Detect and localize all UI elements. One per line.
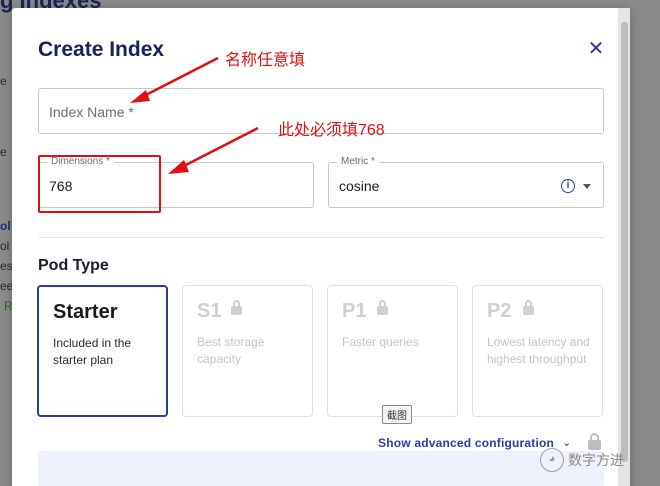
annotation-arrowhead — [130, 90, 150, 103]
annotation-arrowhead — [168, 160, 189, 174]
annotation-arrow-line — [139, 56, 219, 100]
annotation-arrows — [130, 56, 259, 174]
watermark: ◕ 数字方进 — [540, 448, 624, 472]
annotation-arrow-line — [179, 126, 259, 170]
watermark-text: 数字方进 — [568, 452, 624, 468]
wechat-icon: ◕ — [540, 448, 564, 472]
